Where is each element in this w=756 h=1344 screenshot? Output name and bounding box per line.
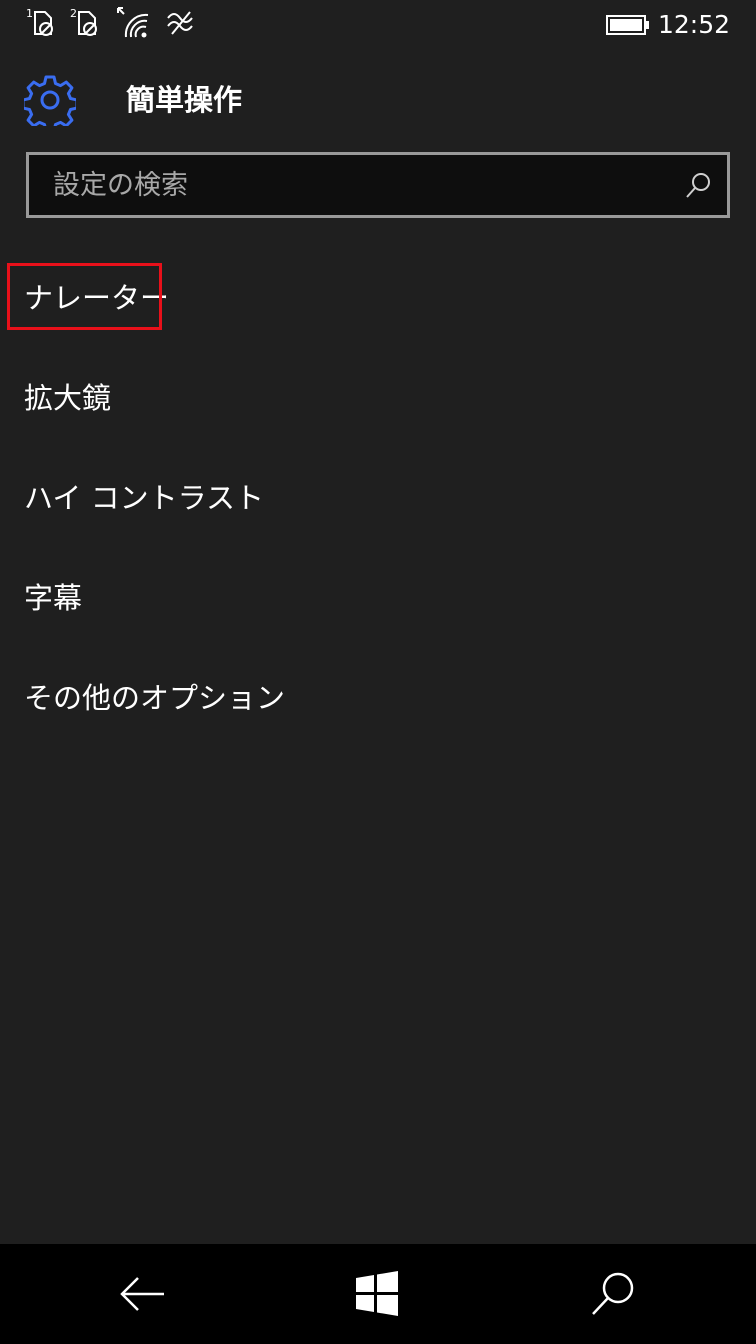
search-icon[interactable] <box>685 171 713 199</box>
sim2-no-signal-icon: 2 <box>70 7 97 36</box>
status-bar: 1 2 12:52 <box>0 0 756 52</box>
gear-icon <box>24 75 76 126</box>
windows-start-icon[interactable] <box>352 1268 404 1320</box>
search-box[interactable] <box>26 152 730 218</box>
battery-icon <box>606 15 649 35</box>
menu-item-high-contrast[interactable]: ハイ コントラスト <box>0 448 756 548</box>
search-input[interactable] <box>29 155 669 215</box>
wifi-icon <box>117 7 149 38</box>
search-icon[interactable] <box>588 1268 640 1320</box>
menu-item-magnifier[interactable]: 拡大鏡 <box>0 348 756 448</box>
sim1-no-signal-icon: 1 <box>26 7 53 36</box>
back-arrow-icon[interactable] <box>116 1268 168 1320</box>
data-icon <box>167 11 193 35</box>
menu-item-more-options[interactable]: その他のオプション <box>0 648 756 748</box>
sim2-label: 2 <box>70 7 77 20</box>
navigation-bar <box>0 1244 756 1344</box>
menu-item-closed-captions[interactable]: 字幕 <box>0 548 756 648</box>
highlight-box <box>7 263 162 330</box>
page-header: 簡単操作 <box>0 66 756 136</box>
page-title: 簡単操作 <box>126 83 243 117</box>
sim1-label: 1 <box>26 7 33 20</box>
clock: 12:52 <box>657 10 730 39</box>
